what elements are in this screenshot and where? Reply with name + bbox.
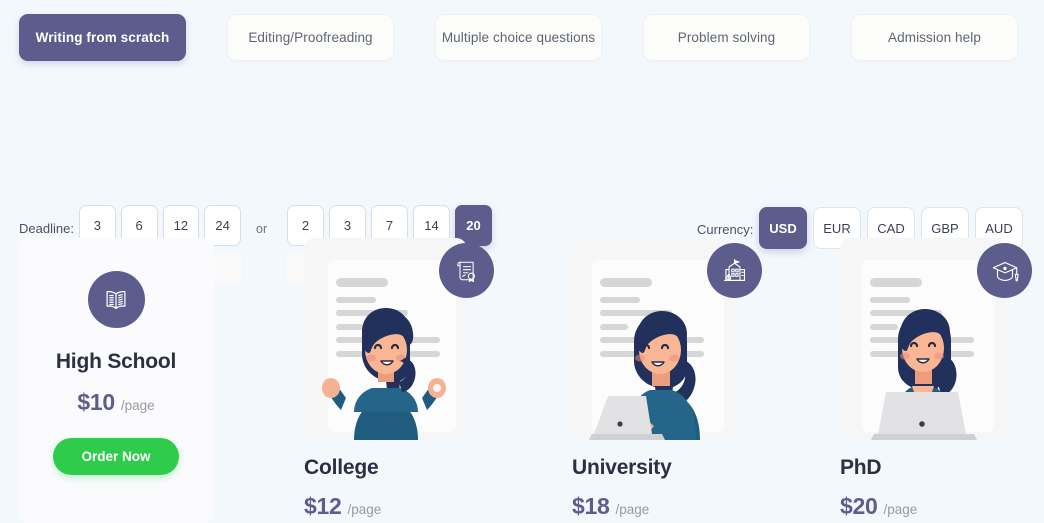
service-type-tabs: Writing from scratch Editing/Proofreadin… [0, 0, 1044, 78]
chip-label: 12 [173, 218, 189, 233]
chip-label: 3 [93, 218, 101, 233]
card-title: College [304, 456, 379, 479]
chip-label: 14 [424, 218, 439, 233]
chip-label: 7 [385, 218, 394, 233]
currency-label: Currency: [697, 222, 754, 237]
currency-label-text: EUR [823, 220, 851, 236]
card-price-amount: $20 [840, 493, 878, 519]
currency-label-text: GBP [931, 220, 959, 236]
tab-label: Writing from scratch [35, 30, 170, 45]
card-price-unit: /page [120, 398, 155, 413]
pricing-calculator-page: Writing from scratch Editing/Proofreadin… [0, 0, 1044, 523]
card-illustration-frame [304, 238, 494, 440]
chip-label: 3 [343, 218, 352, 233]
tab-label: Editing/Proofreading [248, 30, 373, 45]
tab-label: Problem solving [677, 30, 776, 45]
card-price: $20 /page [840, 493, 1044, 520]
card-price: $18 /page [572, 493, 780, 520]
tab-problem-solving[interactable]: Problem solving [643, 14, 810, 61]
graduation-cap-icon [977, 243, 1032, 298]
card-price-amount: $10 [77, 389, 115, 415]
card-illustration-frame [572, 238, 762, 440]
tab-writing-from-scratch[interactable]: Writing from scratch [19, 14, 186, 61]
chip-label: 20 [466, 218, 481, 233]
card-title: University [572, 456, 672, 479]
tab-multiple-choice-questions[interactable]: Multiple choice questions [435, 14, 602, 61]
card-price: $10 /page [77, 389, 154, 416]
card-price-unit: /page [347, 502, 382, 517]
card-price-unit: /page [883, 502, 918, 517]
tab-label: Multiple choice questions [441, 30, 596, 45]
card-illustration-frame [840, 238, 1032, 440]
tab-editing-proofreading[interactable]: Editing/Proofreading [227, 14, 394, 61]
currency-label-text: AUD [985, 220, 1013, 236]
deadline-label: Deadline: [19, 221, 74, 236]
pricing-card-phd[interactable]: PhD $20 /page [840, 238, 1044, 520]
card-title: PhD [840, 456, 882, 479]
tab-admission-help[interactable]: Admission help [851, 14, 1018, 61]
card-title: High School [55, 350, 177, 373]
university-building-icon [707, 243, 762, 298]
pricing-cards: High School $10 /page Order Now College … [0, 238, 1044, 523]
chip-label: 2 [301, 218, 310, 233]
card-price-amount: $12 [304, 493, 342, 519]
chip-label: 6 [135, 218, 143, 233]
deadline-or-separator: or [256, 222, 268, 236]
pricing-card-high-school[interactable]: High School $10 /page Order Now [18, 238, 214, 523]
order-now-button[interactable]: Order Now [53, 438, 179, 475]
options-bar: Deadline: 3 6 12 24 Hours or 2 3 7 14 20… [0, 95, 1044, 284]
chip-label: 24 [215, 218, 230, 233]
open-book-icon [87, 271, 145, 328]
card-price-unit: /page [615, 502, 650, 517]
card-price: $12 /page [304, 493, 512, 520]
currency-label-text: USD [769, 220, 797, 236]
tab-label: Admission help [888, 30, 981, 45]
currency-label-text: CAD [877, 220, 905, 236]
pricing-card-college[interactable]: College $12 /page [304, 238, 512, 520]
certificate-icon [439, 243, 494, 298]
pricing-card-university[interactable]: University $18 /page [572, 238, 780, 520]
card-price-amount: $18 [572, 493, 610, 519]
